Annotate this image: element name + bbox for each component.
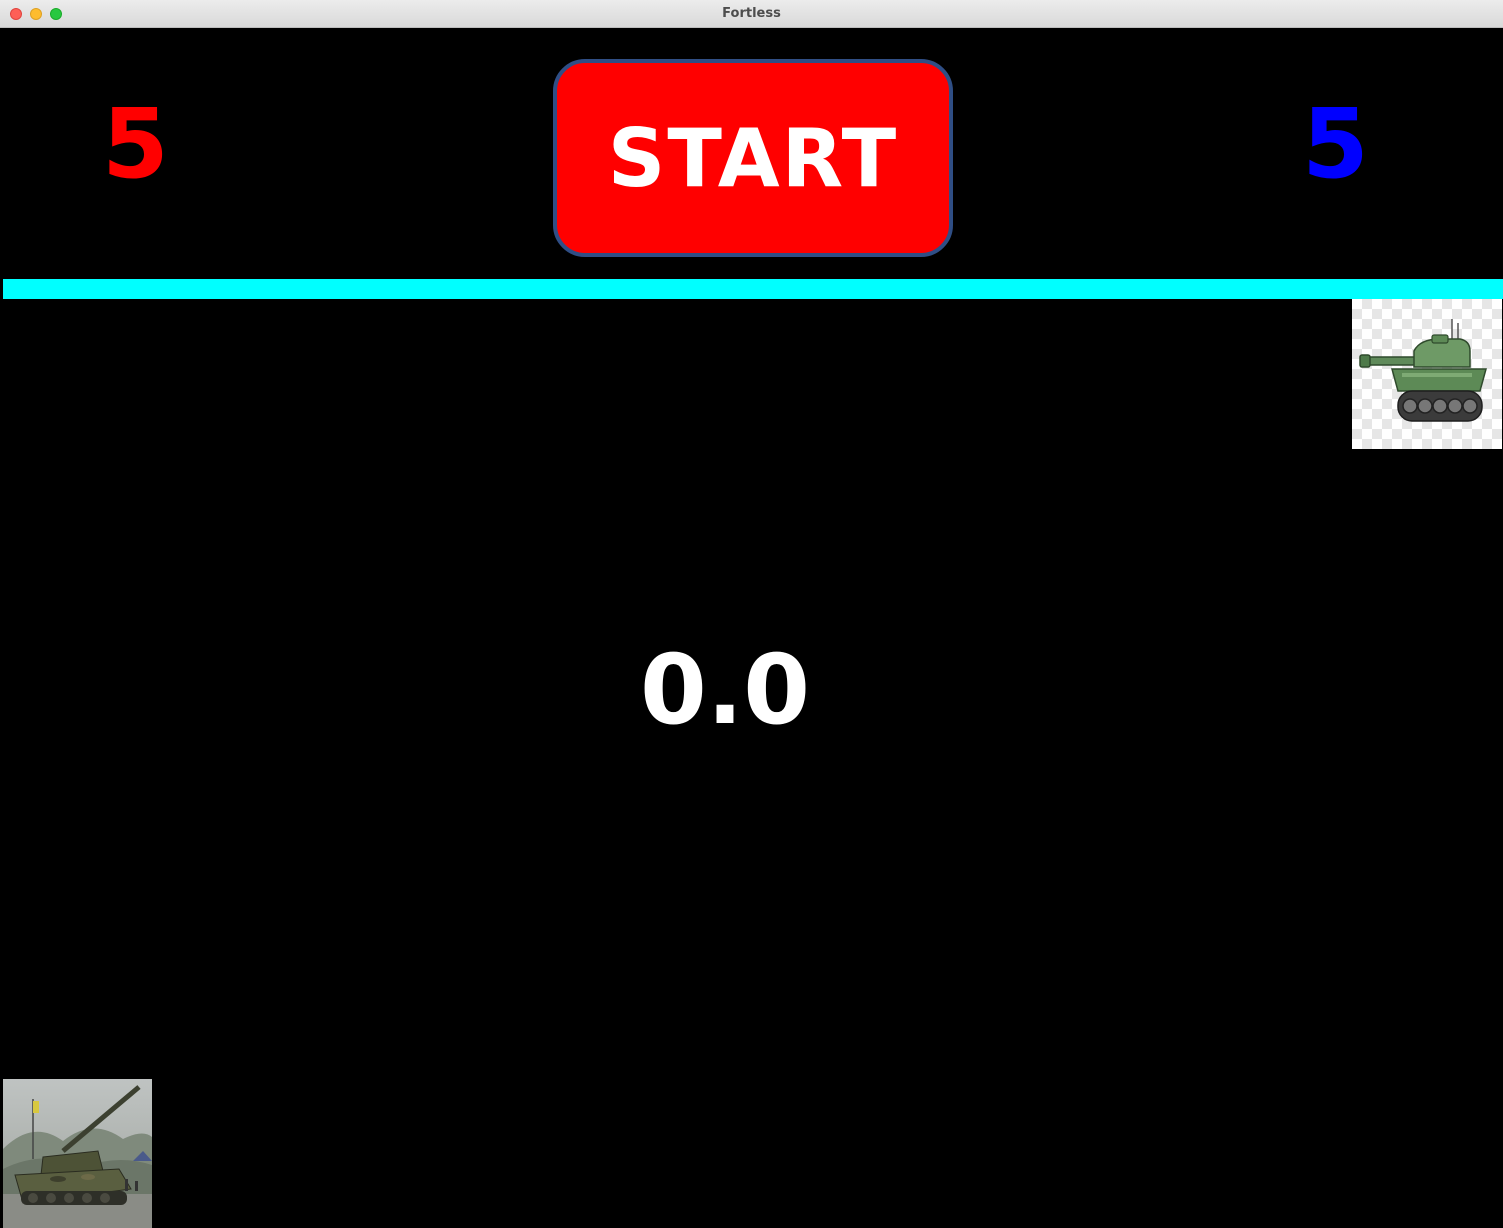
player-tank-sprite: [3, 1079, 152, 1228]
blue-score: 5: [1302, 88, 1369, 200]
enemy-tank-sprite: [1352, 299, 1502, 449]
red-score: 5: [102, 88, 169, 200]
start-button-label: START: [607, 111, 899, 205]
start-button[interactable]: START: [553, 59, 953, 257]
player-tank-photo-icon: [3, 1079, 152, 1228]
title-bar: Fortless: [0, 0, 1503, 28]
timer-readout: 0.0: [639, 634, 811, 746]
game-stage[interactable]: 5 START 5 0.0: [3, 29, 1503, 1228]
window-title: Fortless: [722, 6, 781, 21]
divider-line: [3, 279, 1503, 299]
game-window: Fortless 5 START 5 0.0: [0, 0, 1503, 1228]
enemy-tank-icon: [1359, 319, 1487, 422]
